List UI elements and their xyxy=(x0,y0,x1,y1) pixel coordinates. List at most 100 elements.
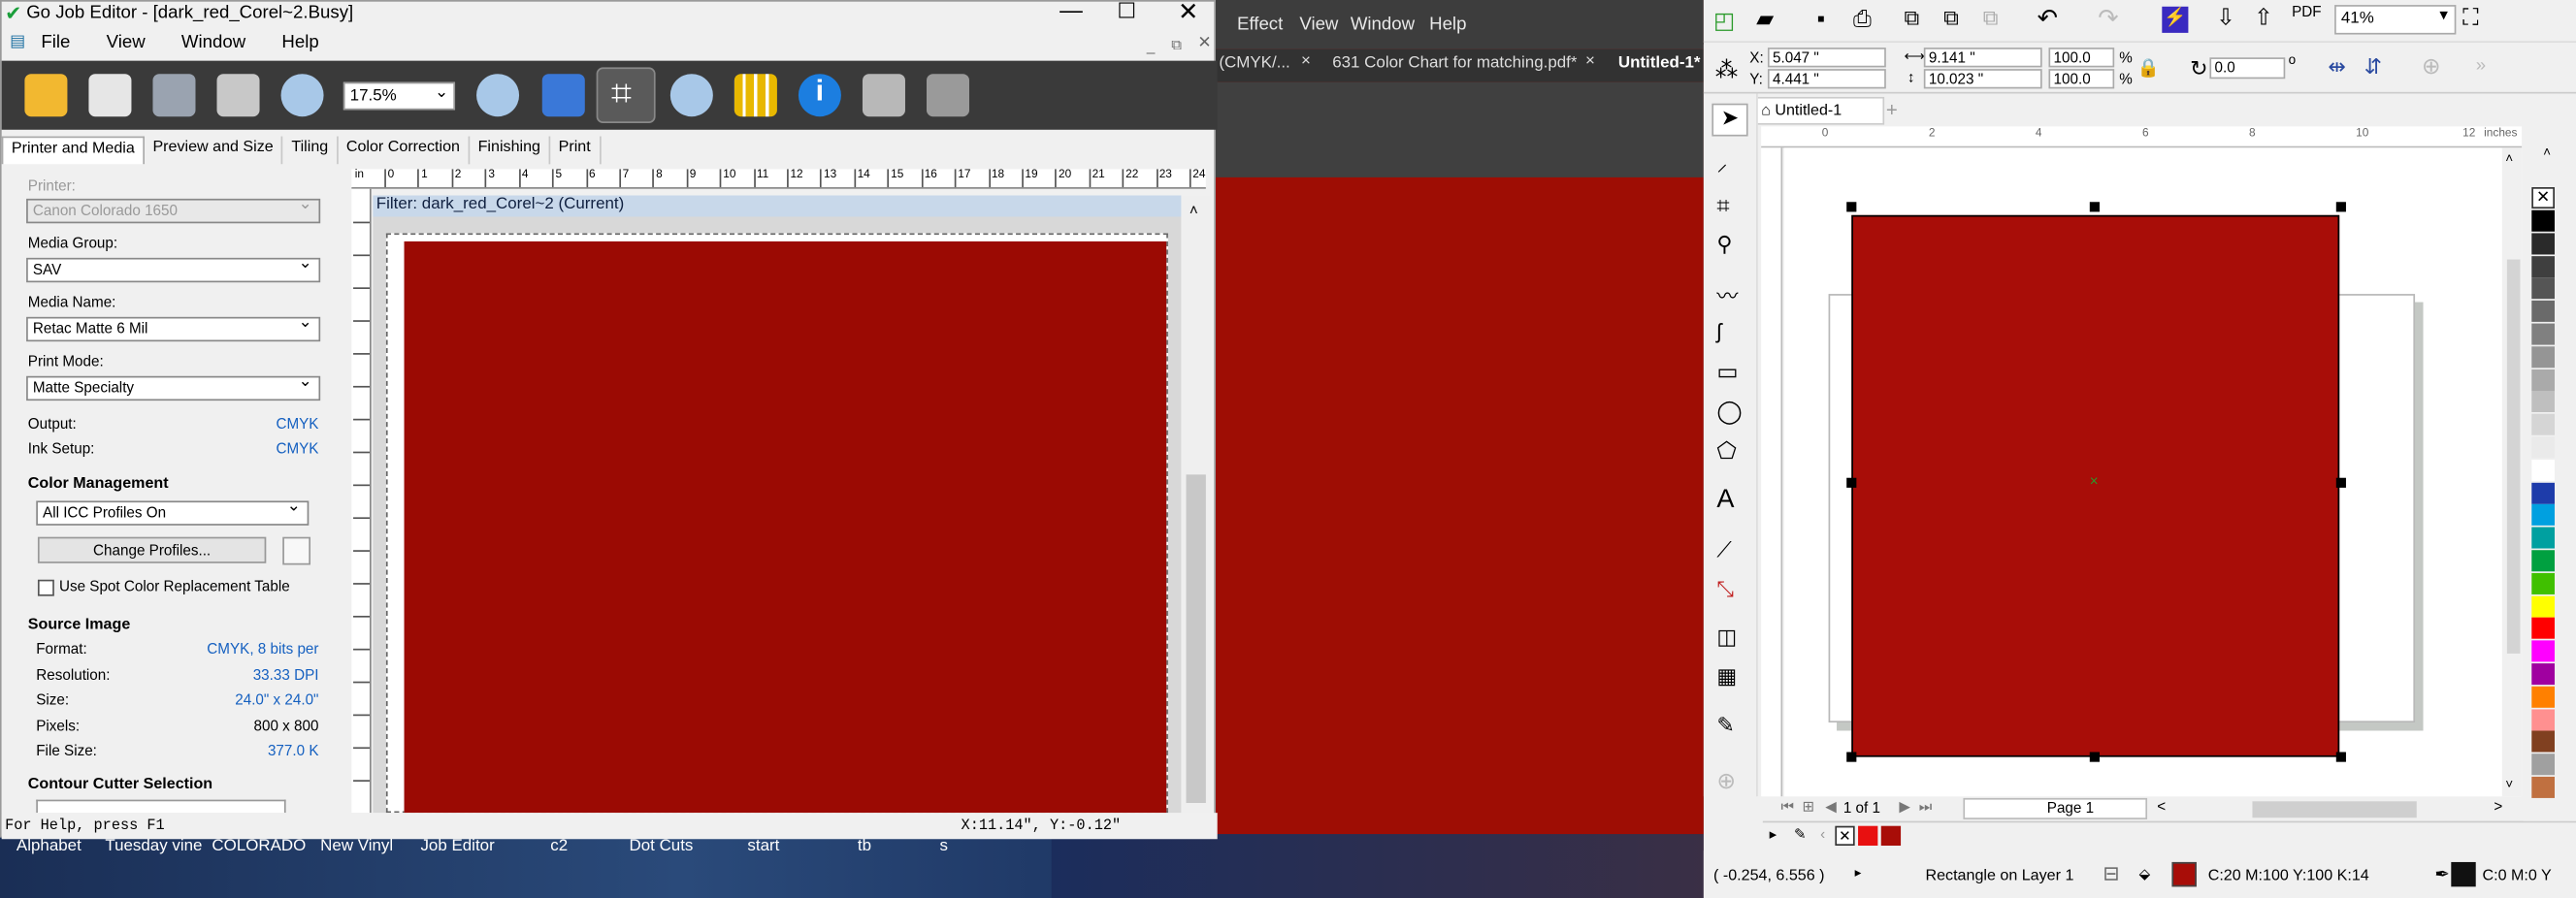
mirror-horizontal-icon[interactable]: ⇹ xyxy=(2328,54,2345,80)
corel-connect-icon[interactable]: ⚡ xyxy=(2162,6,2189,33)
selection-handle[interactable] xyxy=(2335,202,2346,212)
page-tab[interactable]: Page 1 xyxy=(1963,797,2148,819)
minimize-icon[interactable]: — xyxy=(1060,0,1083,23)
menu-view[interactable]: View xyxy=(107,33,146,52)
first-page-icon[interactable]: ⏮ xyxy=(1780,798,1794,817)
open-icon[interactable]: ▰ xyxy=(1756,5,1774,33)
tab-printer-and-media[interactable]: Printer and Media xyxy=(1,136,145,165)
print-icon[interactable]: ⎙ xyxy=(1853,5,1872,33)
taskbar-item-dot-cuts[interactable]: Dot Cuts xyxy=(630,838,694,856)
open-folder-icon[interactable] xyxy=(24,74,68,117)
publish-icon[interactable]: ⧉ xyxy=(1983,5,1999,31)
previous-page-icon[interactable]: ◀ xyxy=(1825,798,1837,817)
palette-swatch[interactable] xyxy=(2531,277,2555,300)
preview-canvas[interactable] xyxy=(373,216,1182,814)
zoom-level-select[interactable]: 41% ▾ xyxy=(2334,5,2457,35)
eyedropper-tool-icon[interactable]: ✎ xyxy=(1716,713,1734,739)
taskbar-item-tuesday-vine[interactable]: Tuesday vine xyxy=(105,838,202,856)
menu-window[interactable]: Window xyxy=(181,33,245,52)
tab-color-correction[interactable]: Color Correction xyxy=(338,136,471,165)
no-fill-swatch[interactable]: ✕ xyxy=(2531,187,2555,209)
palette-swatch[interactable] xyxy=(2531,594,2555,617)
artistic-media-icon[interactable]: ʃ xyxy=(1716,318,1721,342)
selection-handle[interactable] xyxy=(2335,752,2346,762)
palette-scroll-up-icon[interactable]: ˄ xyxy=(2543,144,2551,159)
tab-finishing[interactable]: Finishing xyxy=(470,136,551,165)
export-arrow-icon[interactable]: ⇧ xyxy=(2254,3,2273,31)
fit-page-icon[interactable] xyxy=(541,74,585,117)
outline-color-swatch[interactable] xyxy=(2451,861,2476,887)
palette-swatch[interactable] xyxy=(2531,504,2555,527)
palette-swatch[interactable] xyxy=(2531,731,2555,754)
palette-swatch[interactable] xyxy=(2531,255,2555,277)
crop-tool-icon[interactable]: ⌗ xyxy=(1716,192,1729,220)
grid-icon[interactable] xyxy=(734,74,777,117)
selection-handle[interactable] xyxy=(2335,477,2346,488)
x-position-input[interactable]: 5.047 " xyxy=(1767,48,1886,68)
undo-icon[interactable]: ↶ xyxy=(2038,3,2058,33)
magnifier-icon[interactable] xyxy=(669,74,713,117)
shape-tool-icon[interactable]: ⸝ xyxy=(1716,147,1727,176)
no-color-swatch[interactable]: ✕ xyxy=(1835,825,1855,847)
taskbar-item-c2[interactable]: c2 xyxy=(550,838,568,856)
menu-file[interactable]: File xyxy=(41,33,70,52)
tab-print[interactable]: Print xyxy=(550,136,601,165)
menu-window[interactable]: Window xyxy=(1351,15,1415,34)
fill-color-swatch[interactable] xyxy=(2171,861,2197,887)
height-input[interactable]: 10.023 " xyxy=(1923,69,2042,89)
rectangle-tool-icon[interactable]: ▭ xyxy=(1716,358,1738,386)
color-swatch-dark-red[interactable] xyxy=(1880,825,1902,847)
object-origin-icon[interactable]: ⁂ xyxy=(1715,56,1739,84)
pick-tool-icon[interactable]: ➤ xyxy=(1712,103,1748,137)
export-icon[interactable]: ⧉ xyxy=(1943,5,1959,31)
redo-icon[interactable]: ↷ xyxy=(2098,3,2118,33)
tab-color-chart[interactable]: 631 Color Chart for matching.pdf* xyxy=(1332,54,1577,73)
ellipse-tool-icon[interactable]: ◯ xyxy=(1716,398,1743,426)
scroll-left-icon[interactable]: < xyxy=(2157,798,2166,815)
transparency-icon[interactable]: ▦ xyxy=(1716,663,1737,690)
contour-cutter-select[interactable] xyxy=(36,799,286,814)
expand-arrow-icon[interactable]: ▸ xyxy=(1855,865,1862,880)
connector-tool-icon[interactable]: ⤡ xyxy=(1716,576,1734,602)
selection-handle[interactable] xyxy=(2089,752,2100,762)
scroll-down-icon[interactable]: ˅ xyxy=(2505,777,2513,791)
scroll-right-icon[interactable]: > xyxy=(2494,798,2502,815)
taskbar-item-job-editor[interactable]: Job Editor xyxy=(420,838,494,856)
lock-ratio-icon[interactable]: 🔒 xyxy=(2137,57,2160,79)
new-document-icon[interactable]: ◰ xyxy=(1713,7,1735,35)
next-page-icon[interactable]: ▶ xyxy=(1899,798,1910,817)
palette-swatch[interactable] xyxy=(2531,436,2555,459)
taskbar-item-start[interactable]: start xyxy=(747,838,779,856)
print-queue-icon[interactable] xyxy=(862,74,905,117)
tab-tiling[interactable]: Tiling xyxy=(283,136,339,165)
palette-swatch[interactable] xyxy=(2531,414,2555,436)
menu-view[interactable]: View xyxy=(1299,15,1338,34)
polygon-tool-icon[interactable]: ⬠ xyxy=(1716,436,1737,465)
profile-color-swatch[interactable] xyxy=(282,536,311,565)
drawing-canvas[interactable]: × xyxy=(1783,147,2523,797)
media-group-select[interactable]: SAV xyxy=(26,254,321,283)
color-profile-icon[interactable]: ⊟ xyxy=(2103,862,2119,885)
media-name-select[interactable]: Retac Matte 6 Mil xyxy=(26,313,321,342)
spot-color-checkbox[interactable] xyxy=(37,579,54,596)
full-screen-icon[interactable]: ⛶ xyxy=(2462,3,2479,31)
palette-swatch[interactable] xyxy=(2531,572,2555,594)
taskbar-item-tb[interactable]: tb xyxy=(858,838,871,856)
palette-swatch[interactable] xyxy=(2531,640,2555,662)
palette-swatch[interactable] xyxy=(2531,345,2555,368)
palette-swatch[interactable] xyxy=(2531,233,2555,255)
palette-swatch[interactable] xyxy=(2531,369,2555,391)
canvas-vertical-scrollbar[interactable]: ˄ ˅ xyxy=(2501,147,2523,797)
add-tool-icon[interactable]: ⊕ xyxy=(1716,767,1736,795)
tab-untitled[interactable]: Untitled-1* xyxy=(1618,54,1701,73)
info-icon[interactable]: i xyxy=(798,74,841,117)
width-input[interactable]: 9.141 " xyxy=(1923,48,2042,68)
import-arrow-icon[interactable]: ⇩ xyxy=(2216,3,2235,31)
dimension-tool-icon[interactable]: ⟋ xyxy=(1716,537,1731,563)
close-icon[interactable]: × xyxy=(1585,52,1595,71)
job-check-icon[interactable] xyxy=(88,74,132,117)
palette-swatch[interactable] xyxy=(2531,527,2555,549)
save-icon[interactable] xyxy=(152,74,196,117)
vertical-scrollbar[interactable]: ˄ xyxy=(1181,195,1211,814)
zoom-select[interactable]: 17.5% ⌄ xyxy=(342,81,456,111)
